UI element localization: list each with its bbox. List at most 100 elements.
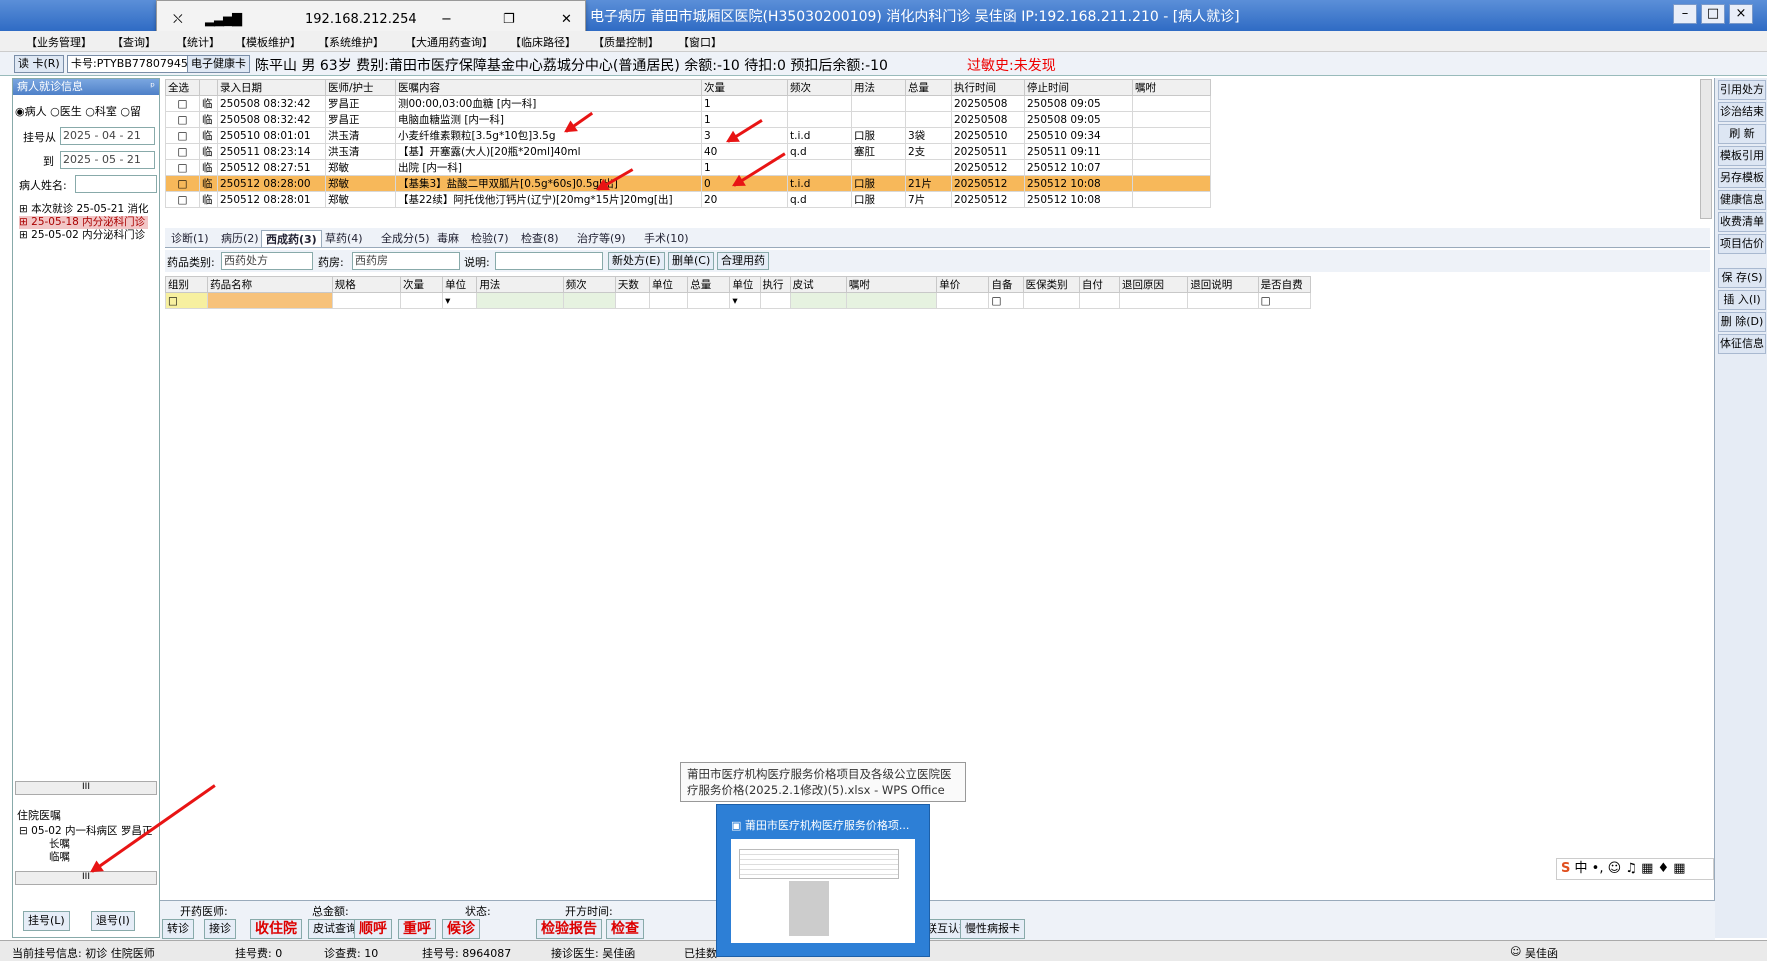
note-select[interactable] [495,252,603,270]
delete-rx-button[interactable]: 删单(C) [668,252,715,270]
maximize-button[interactable]: □ [1701,4,1725,24]
order-row[interactable]: □ 临 250512 08:28:01 郑敏 【基22续】阿托伐他汀钙片(辽宁)[20m… [165,191,1211,208]
tab-1[interactable]: 病历(2) [217,230,263,247]
inp-scrollbar[interactable]: III [15,871,157,885]
menu-query[interactable]: 【查询】 [112,34,156,50]
rx-empty-row[interactable]: □ ▾ ▾ □ □ [164,292,1312,309]
inp-tree-root[interactable]: ⊟ 05-02 内一科病区 罗昌正 [19,825,152,838]
tree-item-current[interactable]: ⊞ 本次就诊 25-05-21 消化 [19,203,148,216]
row-checkbox[interactable]: □ [165,175,200,192]
tab-4[interactable]: 全成分(5) [377,230,434,247]
new-rx-button[interactable]: 新处方(E) [608,252,665,270]
taskbar-thumbnail[interactable]: ▣ 莆田市医疗机构医疗服务价格项... [716,804,930,957]
footer-button[interactable]: 接诊 [204,919,236,939]
radio-doctor[interactable]: ○医生 [50,105,82,118]
order-row[interactable]: □ 临 250512 08:27:51 郑敏 出院 [内一科] 1 20250512 2505… [165,159,1211,176]
tab-7[interactable]: 检查(8) [517,230,563,247]
tab-5[interactable]: 毒麻 [433,230,463,247]
order-cell [1132,127,1211,144]
order-row[interactable]: □ 临 250510 08:01:01 洪玉清 小麦纤维素颗粒[3.5g*10包]3.5… [165,127,1211,144]
date-from-input[interactable]: 2025 - 04 - 21 [60,127,155,145]
col-select-all[interactable]: 全选 [165,79,200,96]
tab-0[interactable]: 诊断(1) [167,230,213,247]
menu-quality[interactable]: 【质量控制】 [593,34,659,50]
unregister-button[interactable]: 退号(I) [91,911,135,931]
sidebar-button[interactable]: 刷 新 [1718,124,1766,144]
order-row[interactable]: □ 临 250508 08:32:42 罗昌正 测00:00,03:00血糖 [内一科]… [165,95,1211,112]
row-checkbox[interactable]: □ [165,111,200,128]
sidebar-button[interactable]: 删 除(D) [1718,312,1766,332]
ime-toolbar[interactable]: S 中 •, ☺ ♫ ▦ ♦ ▦ [1556,858,1714,880]
tab-6[interactable]: 检验(7) [467,230,513,247]
horizontal-scrollbar[interactable]: III [15,781,157,795]
row-checkbox[interactable]: □ [165,159,200,176]
patient-name-input[interactable] [75,175,157,193]
rx-col: 是否自费 [1257,276,1312,293]
radio-dept[interactable]: ○科室 [85,105,117,118]
radio-stay[interactable]: ○留 [120,105,141,118]
footer-button[interactable]: 重呼 [398,919,436,939]
signal-icon: ▂▃▅▇ [205,12,242,27]
row-checkbox[interactable]: □ [165,143,200,160]
remote-close-button[interactable]: ✕ [561,12,572,27]
minimize-button[interactable]: – [1673,4,1697,24]
pin-icon[interactable]: ᵖ [150,79,155,95]
patient-summary: 陈平山 男 63岁 费别:莆田市医疗保障基金中心荔城分中心(普通居民) 余额:-… [255,58,888,74]
tab-3[interactable]: 草药(4) [321,230,367,247]
close-button[interactable]: × [1729,4,1753,24]
sidebar-button[interactable]: 健康信息 [1718,190,1766,210]
row-checkbox[interactable]: □ [165,191,200,208]
footer-button[interactable]: 检查 [606,919,644,939]
menu-system[interactable]: 【系统维护】 [318,34,384,50]
footer-button[interactable]: 检验报告 [536,919,602,939]
footer-button[interactable]: 转诊 [162,919,194,939]
unpin-icon[interactable]: ⛌ [173,12,183,27]
tree-item-selected[interactable]: ⊞ 25-05-18 内分泌科门诊 [19,216,149,229]
e-health-card-button[interactable]: 电子健康卡 [187,55,250,73]
order-row[interactable]: □ 临 250512 08:28:00 郑敏 【基集3】盐酸二甲双胍片[0.5g*60s… [165,175,1211,192]
menu-clinical-path[interactable]: 【临床路径】 [510,34,576,50]
sidebar-button[interactable]: 诊治结束 [1718,102,1766,122]
sidebar-button[interactable]: 另存模板 [1718,168,1766,188]
rational-drug-button[interactable]: 合理用药 [717,252,769,270]
read-card-button[interactable]: 读 卡(R) [14,55,64,73]
tab-2[interactable]: 西成药(3) [261,230,322,247]
row-checkbox[interactable]: □ [165,95,200,112]
order-cell: 【基】开塞露(大人)[20瓶*20ml]40ml [395,143,702,160]
orders-scrollbar[interactable] [1700,79,1712,219]
footer-button[interactable]: 慢性病报卡 [960,919,1025,939]
ime-mode[interactable]: 中 [1575,861,1588,876]
tab-8[interactable]: 治疗等(9) [573,230,630,247]
row-checkbox[interactable]: □ [165,127,200,144]
menu-template[interactable]: 【模板维护】 [235,34,301,50]
sidebar-button[interactable]: 体征信息 [1718,334,1766,354]
footer-button[interactable]: 收住院 [250,919,302,939]
tab-9[interactable]: 手术(10) [640,230,693,247]
menu-business[interactable]: 【业务管理】 [26,34,92,50]
pharmacy-select[interactable]: 西药房 [352,252,460,270]
radio-patient[interactable]: ◉病人 [15,105,47,118]
date-to-input[interactable]: 2025 - 05 - 21 [60,151,155,169]
footer-button[interactable]: 候诊 [442,919,480,939]
menu-drug-query[interactable]: 【大通用药查询】 [405,34,493,50]
sidebar-button[interactable]: 收费清单 [1718,212,1766,232]
order-row[interactable]: □ 临 250511 08:23:14 洪玉清 【基】开塞露(大人)[20瓶*20ml]… [165,143,1211,160]
inp-tree-temp[interactable]: 临嘱 [19,851,152,864]
drug-type-select[interactable]: 西药处方 [221,252,313,270]
sidebar-button[interactable]: 保 存(S) [1718,268,1766,288]
sidebar-button[interactable]: 引用处方 [1718,80,1766,100]
tree-item-visit[interactable]: ⊞ 25-05-02 内分泌科门诊 [19,229,148,242]
sidebar-button[interactable]: 插 入(I) [1718,290,1766,310]
sidebar-button[interactable]: 模板引用 [1718,146,1766,166]
footer-button[interactable]: 顺呼 [354,919,392,939]
menu-statistics[interactable]: 【统计】 [176,34,220,50]
order-row[interactable]: □ 临 250508 08:32:42 罗昌正 电脑血糖监测 [内一科] 1 2025050… [165,111,1211,128]
register-button[interactable]: 挂号(L) [23,911,70,931]
panel-title: 病人就诊信息 [17,80,83,93]
sidebar-button[interactable]: 项目估价 [1718,234,1766,254]
remote-restore-button[interactable]: ❐ [503,12,515,27]
remote-minimize-button[interactable]: − [441,12,452,27]
menu-window[interactable]: 【窗口】 [678,34,722,50]
card-number-field[interactable]: 卡号:PTYBB77807945 [67,55,192,73]
order-cell [851,111,906,128]
